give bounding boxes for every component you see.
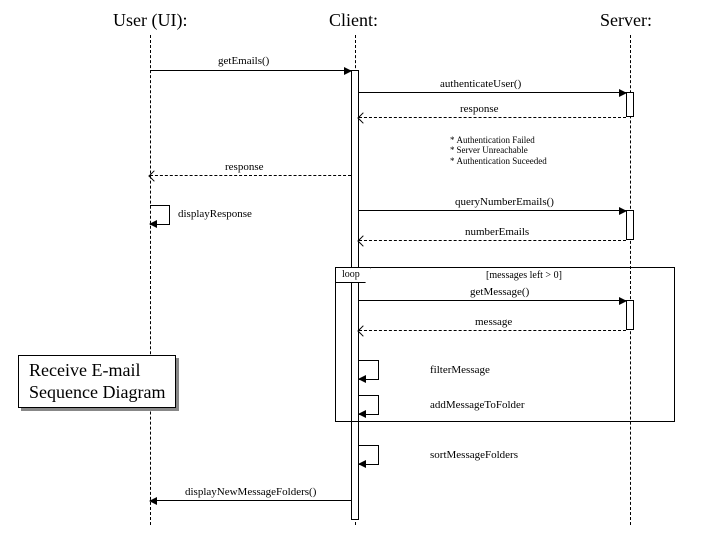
label-authenticateUser: authenticateUser() — [440, 78, 521, 90]
note-item-2: Authentication Suceeded — [457, 156, 547, 166]
arrow-getMessage — [359, 300, 626, 301]
label-displayNewMessageFolders: displayNewMessageFolders() — [185, 486, 316, 498]
label-responseAuth: response — [460, 103, 499, 115]
sequence-diagram: User (UI): Client: Server: getEmails() a… — [0, 0, 720, 540]
arrow-displayNewMessageFolders — [150, 500, 351, 501]
title-line1: Receive E-mail — [29, 360, 165, 382]
note-item-1: Server Unreachable — [457, 145, 528, 155]
loop-label: loop — [335, 267, 371, 283]
arrow-getEmails — [150, 70, 351, 71]
diagram-title: Receive E-mail Sequence Diagram — [18, 355, 176, 408]
self-displayResponse — [150, 205, 170, 225]
label-getMessage: getMessage() — [470, 286, 529, 298]
participant-client: Client: — [329, 10, 378, 31]
arrow-queryNumberEmails — [359, 210, 626, 211]
title-line2: Sequence Diagram — [29, 382, 165, 404]
label-sortMessageFolders: sortMessageFolders — [430, 449, 518, 461]
arrow-responseUser — [150, 175, 351, 176]
lifeline-user — [150, 35, 151, 525]
self-filterMessage — [359, 360, 379, 380]
label-queryNumberEmails: queryNumberEmails() — [455, 196, 554, 208]
label-addMessageToFolder: addMessageToFolder — [430, 399, 525, 411]
participant-server: Server: — [600, 10, 652, 31]
label-filterMessage: filterMessage — [430, 364, 490, 376]
note-item-0: Authentication Failed — [457, 135, 535, 145]
arrow-numberEmails — [359, 240, 626, 241]
arrow-authenticateUser — [359, 92, 626, 93]
arrow-responseAuth — [359, 117, 626, 118]
self-sortMessageFolders — [359, 445, 379, 465]
activation-server-query — [626, 210, 634, 240]
arrow-message — [359, 330, 626, 331]
label-displayResponse: displayResponse — [178, 208, 252, 220]
self-addMessageToFolder — [359, 395, 379, 415]
loop-guard: [messages left > 0] — [486, 270, 562, 281]
label-getEmails: getEmails() — [218, 55, 269, 67]
activation-server-auth — [626, 92, 634, 117]
label-message: message — [475, 316, 512, 328]
participant-user: User (UI): — [113, 10, 187, 31]
label-responseUser: response — [225, 161, 264, 173]
label-numberEmails: numberEmails — [465, 226, 529, 238]
note-auth-outcomes: *Authentication Failed *Server Unreachab… — [450, 135, 547, 166]
